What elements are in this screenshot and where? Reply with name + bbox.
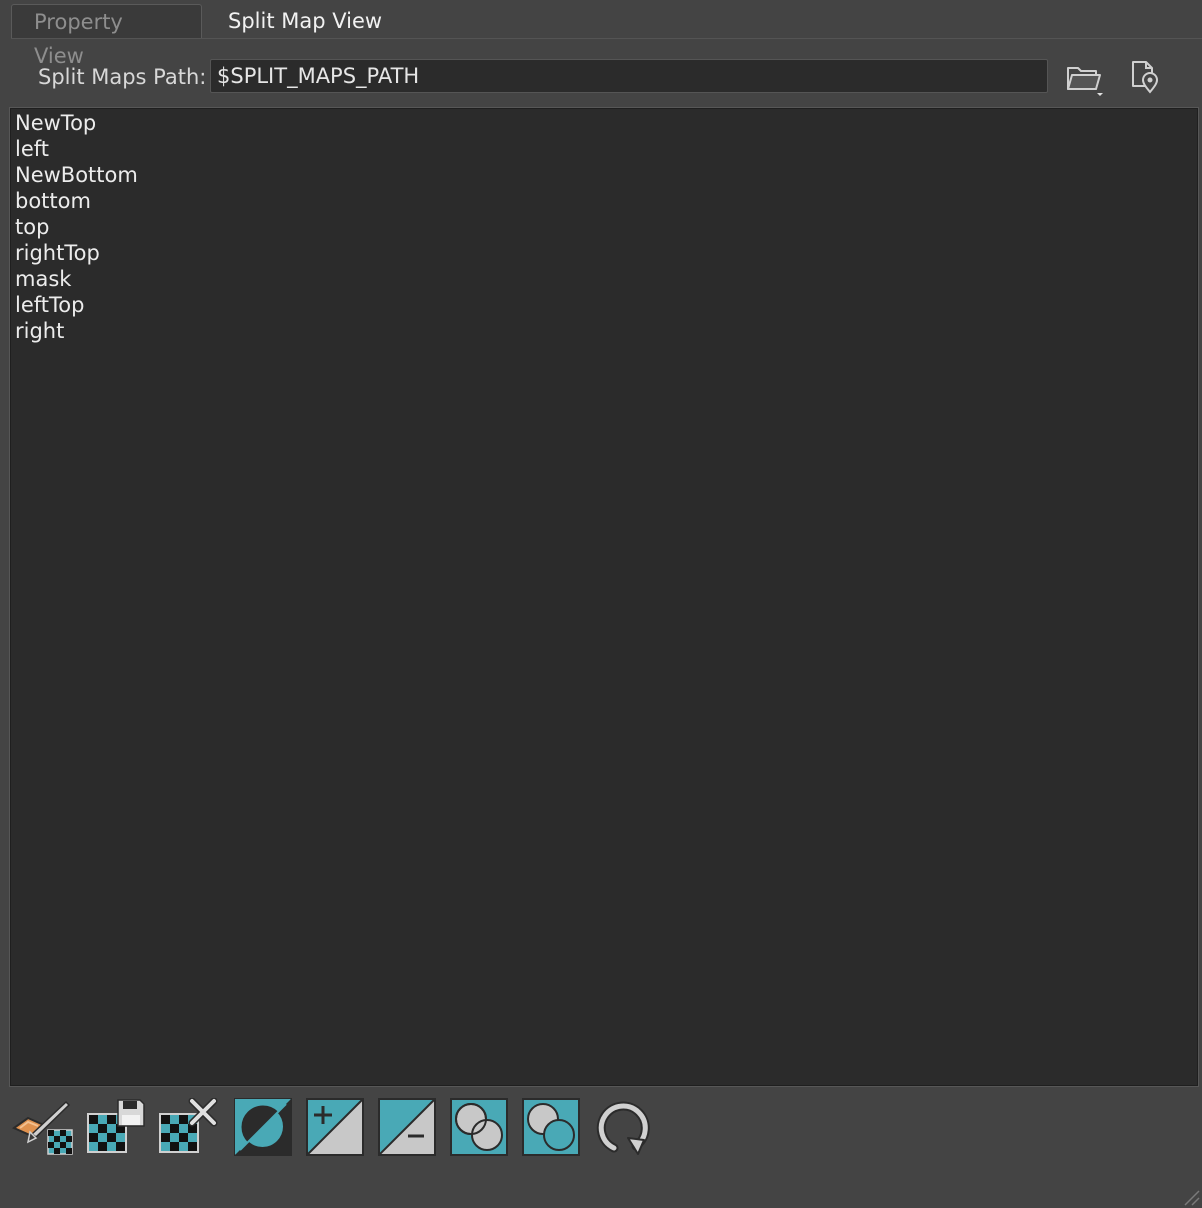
- invert-button[interactable]: [234, 1098, 294, 1158]
- paint-split-map-icon: [11, 1100, 73, 1155]
- folder-icon: [1067, 67, 1103, 96]
- invert-icon: [234, 1098, 292, 1156]
- file-location-icon: [1132, 61, 1159, 94]
- save-split-map-icon: [87, 1099, 145, 1153]
- refresh-button[interactable]: [594, 1098, 654, 1158]
- split-maps-path-label: Split Maps Path:: [38, 65, 207, 89]
- list-item[interactable]: top: [15, 214, 1197, 240]
- union-button[interactable]: [522, 1098, 582, 1158]
- split-maps-path-input[interactable]: [210, 59, 1048, 93]
- add-button[interactable]: [306, 1098, 366, 1158]
- list-item[interactable]: rightTop: [15, 240, 1197, 266]
- list-item[interactable]: NewBottom: [15, 162, 1197, 188]
- locate-file-button[interactable]: [1128, 60, 1162, 94]
- list-item[interactable]: NewTop: [15, 110, 1197, 136]
- resize-grip-icon[interactable]: [1182, 1188, 1200, 1206]
- union-icon: [522, 1098, 580, 1156]
- split-map-list[interactable]: NewTop left NewBottom bottom top rightTo…: [9, 107, 1199, 1087]
- delete-split-map-button[interactable]: [158, 1097, 218, 1158]
- tab-bar: Property View Split Map View: [0, 0, 1202, 68]
- list-item[interactable]: right: [15, 318, 1197, 344]
- browse-folder-button[interactable]: [1064, 60, 1106, 98]
- tab-split-map-view[interactable]: Split Map View: [206, 4, 406, 38]
- list-item[interactable]: leftTop: [15, 292, 1197, 318]
- tab-property-view[interactable]: Property View: [11, 4, 202, 68]
- intersect-icon: [450, 1098, 508, 1156]
- delete-split-map-icon: [159, 1097, 218, 1153]
- list-item[interactable]: bottom: [15, 188, 1197, 214]
- subtract-button[interactable]: [378, 1098, 438, 1158]
- list-item[interactable]: left: [15, 136, 1197, 162]
- subtract-icon: [378, 1098, 436, 1156]
- refresh-icon: [596, 1101, 650, 1155]
- paint-split-map-button[interactable]: [11, 1098, 73, 1158]
- add-icon: [306, 1098, 364, 1156]
- list-item[interactable]: mask: [15, 266, 1197, 292]
- intersect-button[interactable]: [450, 1098, 510, 1158]
- save-split-map-button[interactable]: [86, 1098, 146, 1158]
- tab-divider: [11, 38, 1202, 39]
